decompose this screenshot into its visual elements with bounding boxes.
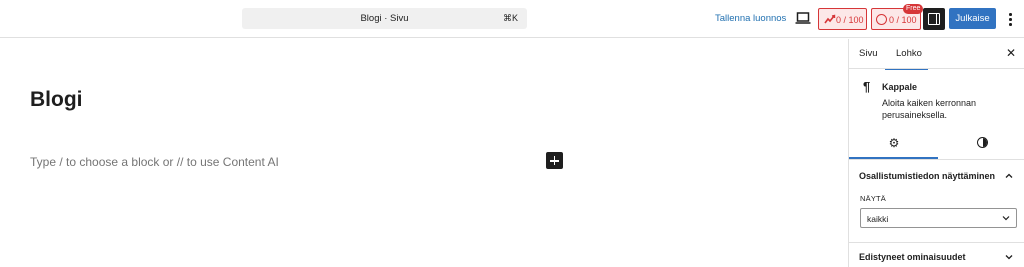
panel-title[interactable]: Osallistumistiedon näyttäminen [859,171,995,181]
seo-score-value: 0 / 100 [836,15,864,25]
block-name: Kappale [882,82,918,92]
block-description: Aloita kaiken kerronnan perusaineksella. [882,98,977,120]
command-palette-button[interactable]: Blogi · Sivu ⌘K [242,8,527,29]
tab-lohko-label: Lohko [896,48,922,59]
save-draft-button[interactable]: Tallenna luonnos [715,13,786,24]
more-vertical-icon[interactable] [1005,11,1015,27]
block-card: ¶ Kappale Aloita kaiken kerronnan perusa… [849,70,1024,160]
paragraph-icon: ¶ [863,79,871,94]
editor-canvas: Blogi Type / to choose a block or // to … [0,39,848,267]
command-shortcut: ⌘K [502,13,518,23]
add-block-button[interactable] [546,152,563,169]
tab-sivu[interactable]: Sivu [859,48,877,59]
laptop-icon[interactable] [795,11,811,25]
advanced-panel-title[interactable]: Edistyneet ominaisuudet [859,252,966,262]
show-select[interactable]: kaikki [860,208,1017,228]
styles-icon[interactable] [977,137,988,148]
post-title[interactable]: Blogi [30,88,83,112]
chevron-up-icon[interactable] [1005,172,1013,180]
divider [849,159,1024,160]
sidebar-toggle-button[interactable] [923,8,945,30]
seo-score-icon [824,14,836,24]
block-placeholder[interactable]: Type / to choose a block or // to use Co… [30,155,279,169]
chevron-down-icon [1002,216,1010,221]
chevron-down-icon[interactable] [1005,253,1013,261]
show-select-value: kaikki [867,214,889,224]
close-icon[interactable]: ✕ [1004,46,1018,60]
publish-button[interactable]: Julkaise [949,8,996,29]
seo-score-button[interactable]: 0 / 100 [818,8,867,30]
show-label: NÄYTÄ [860,194,887,203]
tab-lohko[interactable]: Lohko [885,48,928,70]
readability-score-value: 0 / 100 [889,15,917,25]
sidebar-toggle-icon [928,13,940,25]
divider [849,242,1024,243]
settings-sidebar: Sivu Lohko ✕ ¶ Kappale Aloita kaiken ker… [848,39,1024,267]
document-title: Blogi · Sivu [360,13,409,24]
gear-icon[interactable]: ⚙ [888,137,900,149]
sidebar-tabs: Sivu Lohko ✕ [849,39,1024,70]
readability-score-icon [876,14,887,25]
free-badge: Free [903,4,924,14]
editor-header: Blogi · Sivu ⌘K Tallenna luonnos 0 / 100… [0,0,1024,38]
